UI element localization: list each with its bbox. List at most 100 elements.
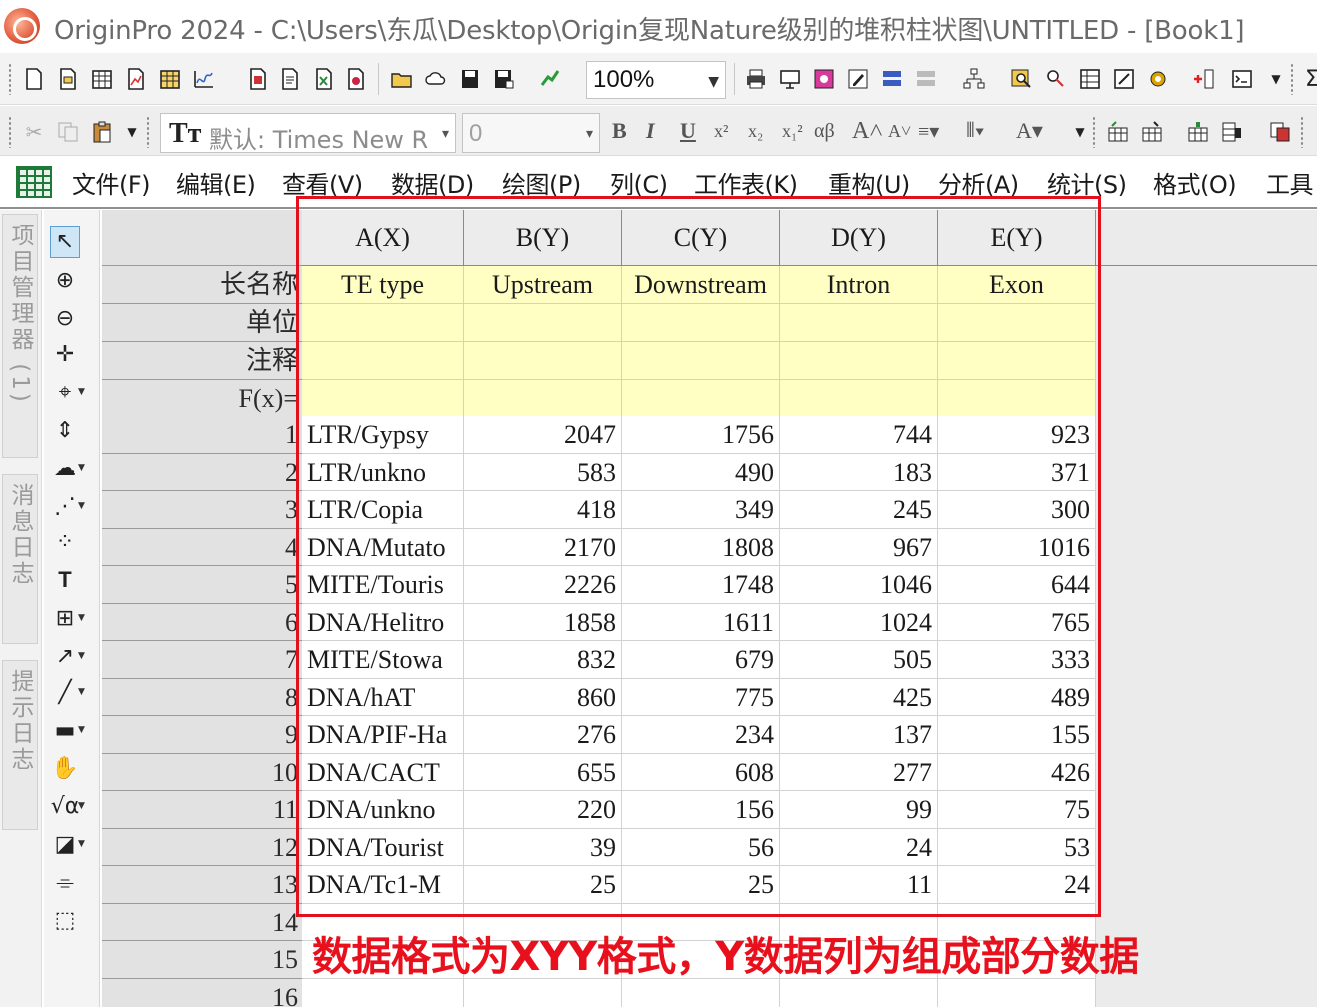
annotation-tool[interactable]: ☁ ▼ (50, 452, 94, 484)
table-cell-value[interactable]: 53 (938, 828, 1096, 866)
row-number[interactable]: 8 (102, 678, 302, 716)
move-column-right-icon[interactable] (1138, 118, 1166, 146)
edit-icon[interactable] (844, 65, 872, 93)
row-number[interactable]: 4 (102, 528, 302, 566)
table-cell-value[interactable]: 25 (464, 866, 622, 904)
table-cell-label[interactable]: DNA/Tourist (302, 828, 464, 866)
menu-data[interactable]: 数据(D) (391, 165, 474, 200)
command-window-icon[interactable] (1228, 65, 1256, 93)
arrow-tool[interactable]: ↗ ▼ (50, 640, 94, 672)
menu-worksheet[interactable]: 工作表(K) (694, 165, 798, 200)
meta-cell[interactable] (302, 304, 464, 342)
table-cell-value[interactable]: 24 (938, 866, 1096, 904)
table-cell-label[interactable]: DNA/Mutato (302, 528, 464, 566)
rectangle-tool[interactable]: ▬ ▼ (50, 714, 94, 746)
pattern-button[interactable]: ⦀▾ (966, 116, 985, 146)
menu-statistics[interactable]: 统计(S) (1047, 165, 1127, 200)
table-cell-value[interactable]: 765 (938, 603, 1096, 641)
table-cell-value[interactable]: 490 (622, 453, 780, 491)
long-name-cell[interactable]: Upstream (464, 266, 622, 304)
meta-cell[interactable] (622, 380, 780, 418)
table-cell-label[interactable]: DNA/PIF-Ha (302, 716, 464, 754)
layer-disabled-icon[interactable] (912, 65, 940, 93)
font-size-select[interactable]: 0 ▾ (462, 113, 600, 153)
table-cell-value[interactable]: 137 (780, 716, 938, 754)
new-graph-icon[interactable] (122, 65, 150, 93)
dock-tab-message-log[interactable]: 消息日志 (2, 474, 38, 644)
table-cell-label[interactable]: MITE/Stowa (302, 641, 464, 679)
worksheet-icon[interactable] (16, 166, 52, 198)
toolbar-grip[interactable] (1290, 63, 1294, 95)
meta-cell[interactable] (780, 380, 938, 418)
meta-cell[interactable] (622, 342, 780, 380)
column-header[interactable]: C(Y) (622, 210, 780, 266)
column-properties-icon[interactable] (1218, 118, 1246, 146)
table-cell-label[interactable]: DNA/Helitro (302, 603, 464, 641)
table-cell-label[interactable]: LTR/unkno (302, 453, 464, 491)
row-number[interactable]: 6 (102, 603, 302, 641)
row-number[interactable]: 9 (102, 716, 302, 754)
row-number[interactable]: 1 (102, 416, 302, 454)
column-header[interactable]: E(Y) (938, 210, 1096, 266)
cloud-icon[interactable] (422, 65, 450, 93)
export-graph-icon[interactable] (810, 65, 838, 93)
meta-row-label[interactable]: F(x)= (102, 380, 302, 418)
table-cell-value[interactable]: 276 (464, 716, 622, 754)
table-cell-value[interactable]: 583 (464, 453, 622, 491)
paste-icon[interactable] (88, 118, 116, 146)
row-number[interactable]: 7 (102, 641, 302, 679)
table-cell-value[interactable]: 967 (780, 528, 938, 566)
meta-cell[interactable] (938, 304, 1096, 342)
meta-row-label[interactable]: 单位 (102, 304, 302, 342)
new-folder-icon[interactable] (54, 65, 82, 93)
mask-tool[interactable]: ⁘ (50, 526, 94, 558)
table-cell-value[interactable] (780, 978, 938, 1007)
table-cell-value[interactable]: 655 (464, 753, 622, 791)
screen-reader-tool[interactable]: ⌖ ▼ (50, 376, 94, 408)
copy-sheet-icon[interactable] (1266, 118, 1294, 146)
align-button[interactable]: ≡▾ (918, 116, 939, 146)
meta-cell[interactable] (938, 380, 1096, 418)
table-cell-value[interactable]: 860 (464, 678, 622, 716)
toolbar-grip[interactable] (1300, 116, 1304, 148)
table-cell-value[interactable]: 418 (464, 491, 622, 529)
table-cell-label[interactable] (302, 978, 464, 1007)
save-icon[interactable] (456, 65, 484, 93)
data-selector-tool[interactable]: ⋰ ▼ (50, 490, 94, 522)
save-as-icon[interactable] (490, 65, 518, 93)
long-name-cell[interactable]: Intron (780, 266, 938, 304)
table-cell-value[interactable]: 425 (780, 678, 938, 716)
table-tool[interactable]: ⊞ ▼ (50, 602, 94, 634)
row-number[interactable]: 3 (102, 491, 302, 529)
table-cell-label[interactable]: LTR/Copia (302, 491, 464, 529)
table-cell-value[interactable]: 505 (780, 641, 938, 679)
toolbar-grip[interactable] (8, 63, 12, 95)
long-name-cell[interactable]: Downstream (622, 266, 780, 304)
table-cell-value[interactable]: 333 (938, 641, 1096, 679)
print-icon[interactable] (742, 65, 770, 93)
row-number[interactable]: 12 (102, 828, 302, 866)
gear-icon[interactable] (1144, 65, 1172, 93)
column-header[interactable]: A(X) (302, 210, 464, 266)
table-cell-value[interactable]: 11 (780, 866, 938, 904)
toolbar-overflow-icon[interactable]: ▼ (1262, 65, 1290, 93)
table-cell-value[interactable]: 1858 (464, 603, 622, 641)
toolbar-overflow-icon[interactable]: ▼ (118, 118, 146, 146)
menu-format[interactable]: 格式(O) (1153, 165, 1237, 200)
subscript-button[interactable]: x₂ (748, 116, 763, 146)
table-cell-value[interactable]: 426 (938, 753, 1096, 791)
menu-edit[interactable]: 编辑(E) (176, 165, 256, 200)
table-cell-value[interactable] (622, 978, 780, 1007)
meta-cell[interactable] (464, 342, 622, 380)
new-function-icon[interactable] (190, 65, 218, 93)
menu-file[interactable]: 文件(F) (72, 165, 151, 200)
table-cell-value[interactable]: 349 (622, 491, 780, 529)
table-cell-value[interactable]: 2170 (464, 528, 622, 566)
table-cell-value[interactable]: 277 (780, 753, 938, 791)
table-cell-value[interactable]: 1611 (622, 603, 780, 641)
table-cell-value[interactable]: 1808 (622, 528, 780, 566)
table-cell-value[interactable]: 155 (938, 716, 1096, 754)
table-cell-value[interactable]: 245 (780, 491, 938, 529)
menu-analysis[interactable]: 分析(A) (938, 165, 1019, 200)
meta-cell[interactable] (780, 304, 938, 342)
